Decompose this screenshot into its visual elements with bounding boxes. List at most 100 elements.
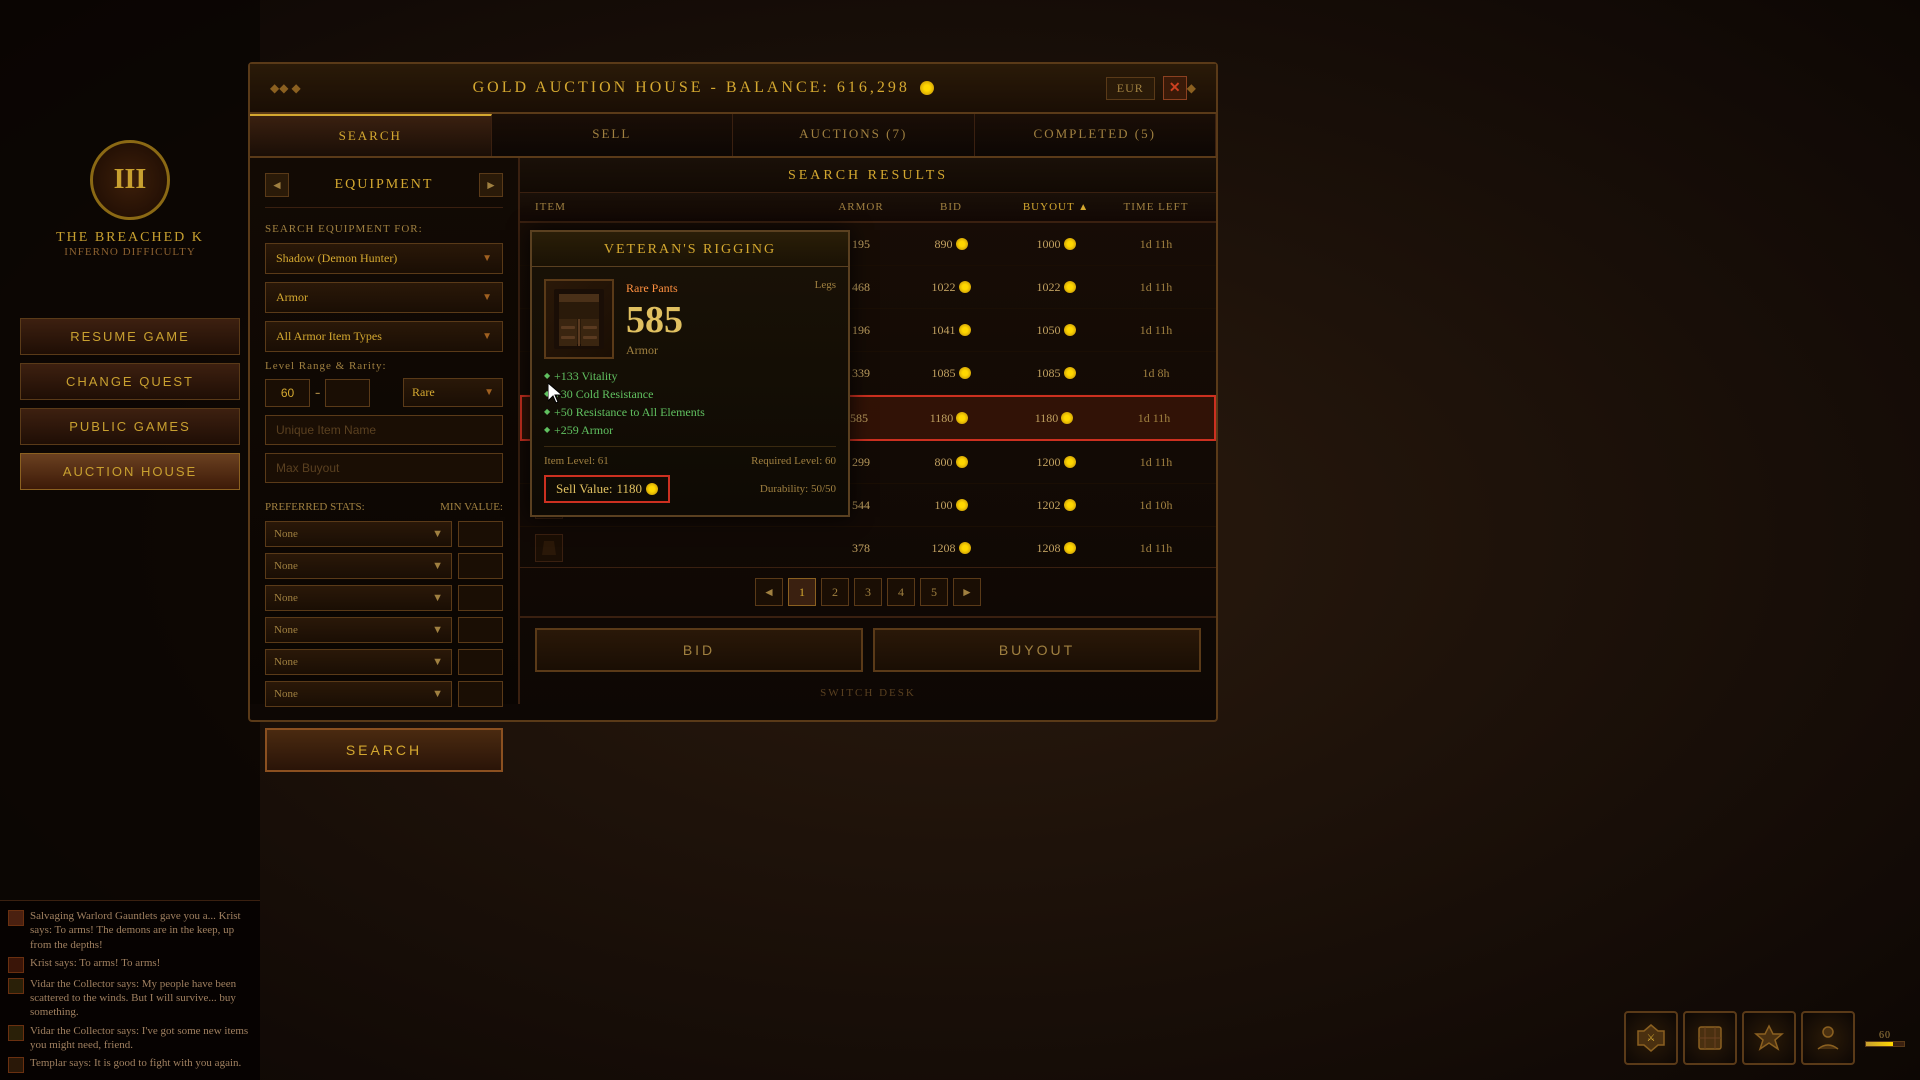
- row-1-buyout-coin: [1064, 238, 1076, 250]
- col-header-item: Item: [535, 201, 821, 213]
- close-button[interactable]: ✕: [1163, 76, 1187, 100]
- row-7-bid-val: 100: [935, 498, 953, 513]
- page-4-button[interactable]: 4: [887, 578, 915, 606]
- stat-2-input[interactable]: [458, 553, 503, 579]
- sell-value: 1180: [616, 481, 642, 497]
- popup-header: Veteran's Rigging: [532, 232, 848, 267]
- stat-1-arrow: ▼: [432, 528, 443, 540]
- unique-item-input[interactable]: [265, 415, 503, 445]
- stat-row-5: None ▼: [265, 649, 503, 675]
- stat-3-input[interactable]: [458, 585, 503, 611]
- location-name: The Breached K: [0, 230, 260, 246]
- row-7-bid: 100: [901, 498, 1001, 513]
- buyout-button[interactable]: Buyout: [873, 628, 1201, 672]
- item-stats: +133 Vitality +30 Cold Resistance +50 Re…: [544, 369, 836, 438]
- chat-message-5: Templar says: It is good to fight with y…: [8, 1056, 252, 1073]
- stat-4-dropdown[interactable]: None ▼: [265, 617, 452, 643]
- stat-4-input[interactable]: [458, 617, 503, 643]
- row-4-bid-val: 1085: [932, 366, 956, 381]
- left-panel: III The Breached K Inferno Difficulty Re…: [0, 0, 260, 1080]
- col-header-armor: Armor: [821, 201, 901, 213]
- window-header: ◆ ◆ Gold Auction House - Balance: 616,29…: [250, 64, 1216, 114]
- stat-1-input[interactable]: [458, 521, 503, 547]
- page-2-button[interactable]: 2: [821, 578, 849, 606]
- balance-label: Balance:: [726, 79, 830, 96]
- chat-text-1: Salvaging Warlord Gauntlets gave you a..…: [30, 909, 252, 952]
- level-max-input[interactable]: [325, 379, 370, 407]
- class-dropdown-arrow: ▼: [482, 253, 492, 264]
- table-header: Item Armor Bid Buyout ▲ Time Left: [520, 193, 1216, 223]
- page-1-button[interactable]: 1: [788, 578, 816, 606]
- results-title: Search Results: [788, 168, 948, 183]
- table-row-8[interactable]: 378 1208 1208 1d 11h: [520, 527, 1216, 567]
- row-1-bid-coin: [956, 238, 968, 250]
- row-3-buyout-coin: [1064, 324, 1076, 336]
- stat-5-input[interactable]: [458, 649, 503, 675]
- item-type2-dropdown[interactable]: All Armor Item Types ▼: [265, 321, 503, 352]
- row-4-bid: 1085: [901, 366, 1001, 381]
- item-detail-popup: Veteran's Rigging: [530, 230, 850, 517]
- item-type1-arrow: ▼: [482, 292, 492, 303]
- chat-icon-2: [8, 957, 24, 973]
- row-8-icon: [535, 534, 563, 562]
- search-panel: ◄ Equipment ► Search Equipment For: Shad…: [250, 158, 520, 704]
- public-games-button[interactable]: Public Games: [20, 408, 240, 445]
- rarity-dropdown[interactable]: Rare ▼: [403, 378, 503, 407]
- rarity-arrow: ▼: [484, 387, 494, 398]
- stat-3-dropdown[interactable]: None ▼: [265, 585, 452, 611]
- stat-5-dropdown[interactable]: None ▼: [265, 649, 452, 675]
- page-next-button[interactable]: ►: [953, 578, 981, 606]
- row-8-buyout-val: 1208: [1037, 541, 1061, 556]
- forward-button[interactable]: ►: [479, 173, 503, 197]
- row-2-buyout-coin: [1064, 281, 1076, 293]
- stat-6-dropdown[interactable]: None ▼: [265, 681, 452, 707]
- item-type1-dropdown[interactable]: Armor ▼: [265, 282, 503, 313]
- class-dropdown[interactable]: Shadow (Demon Hunter) ▼: [265, 243, 503, 274]
- stat-1-dropdown[interactable]: None ▼: [265, 521, 452, 547]
- stat-row-3: None ▼: [265, 585, 503, 611]
- row-4-buyout-coin: [1064, 367, 1076, 379]
- level-range-inputs: - Rare ▼: [265, 378, 503, 407]
- stat-3-value: None: [274, 592, 298, 604]
- bid-button[interactable]: Bid: [535, 628, 863, 672]
- chat-text-2: Krist says: To arms! To arms!: [30, 956, 160, 970]
- page-5-button[interactable]: 5: [920, 578, 948, 606]
- stats-header: Preferred Stats: Min Value:: [265, 501, 503, 513]
- hero-stats-button[interactable]: ⚔: [1624, 1011, 1678, 1065]
- level-min-input[interactable]: [265, 379, 310, 407]
- inventory-button[interactable]: [1683, 1011, 1737, 1065]
- row-3-bid-val: 1041: [932, 323, 956, 338]
- max-buyout-input[interactable]: [265, 453, 503, 483]
- page-3-button[interactable]: 3: [854, 578, 882, 606]
- page-prev-button[interactable]: ◄: [755, 578, 783, 606]
- stat-2-dropdown[interactable]: None ▼: [265, 553, 452, 579]
- buyout-label: Buyout: [1023, 201, 1075, 213]
- window-title-text: Gold Auction House: [473, 79, 704, 96]
- stat-5-arrow: ▼: [432, 656, 443, 668]
- item-slot: Legs: [815, 279, 836, 291]
- tab-sell[interactable]: Sell: [492, 114, 734, 156]
- tab-auctions[interactable]: Auctions (7): [733, 114, 975, 156]
- row-3-bid: 1041: [901, 323, 1001, 338]
- row-4-buyout-val: 1085: [1037, 366, 1061, 381]
- followers-button[interactable]: [1801, 1011, 1855, 1065]
- row-5-buyout: 1180: [999, 411, 1109, 426]
- row-3-bid-coin: [959, 324, 971, 336]
- bottom-buttons: Bid Buyout: [520, 616, 1216, 682]
- skills-button[interactable]: [1742, 1011, 1796, 1065]
- search-button[interactable]: Search: [265, 728, 503, 772]
- chat-text-5: Templar says: It is good to fight with y…: [30, 1056, 241, 1070]
- stat-2-arrow: ▼: [432, 560, 443, 572]
- level-indicator: 60: [1865, 1030, 1905, 1047]
- auction-house-button[interactable]: Auction House: [20, 453, 240, 490]
- row-5-buyout-val: 1180: [1035, 411, 1059, 426]
- resume-game-button[interactable]: Resume Game: [20, 318, 240, 355]
- back-button[interactable]: ◄: [265, 173, 289, 197]
- tab-search[interactable]: Search: [250, 114, 492, 156]
- tab-completed[interactable]: Completed (5): [975, 114, 1217, 156]
- col-header-time: Time Left: [1111, 201, 1201, 213]
- stat-6-input[interactable]: [458, 681, 503, 707]
- change-quest-button[interactable]: Change Quest: [20, 363, 240, 400]
- col-header-buyout[interactable]: Buyout ▲: [1001, 201, 1111, 213]
- item-type2-arrow: ▼: [482, 331, 492, 342]
